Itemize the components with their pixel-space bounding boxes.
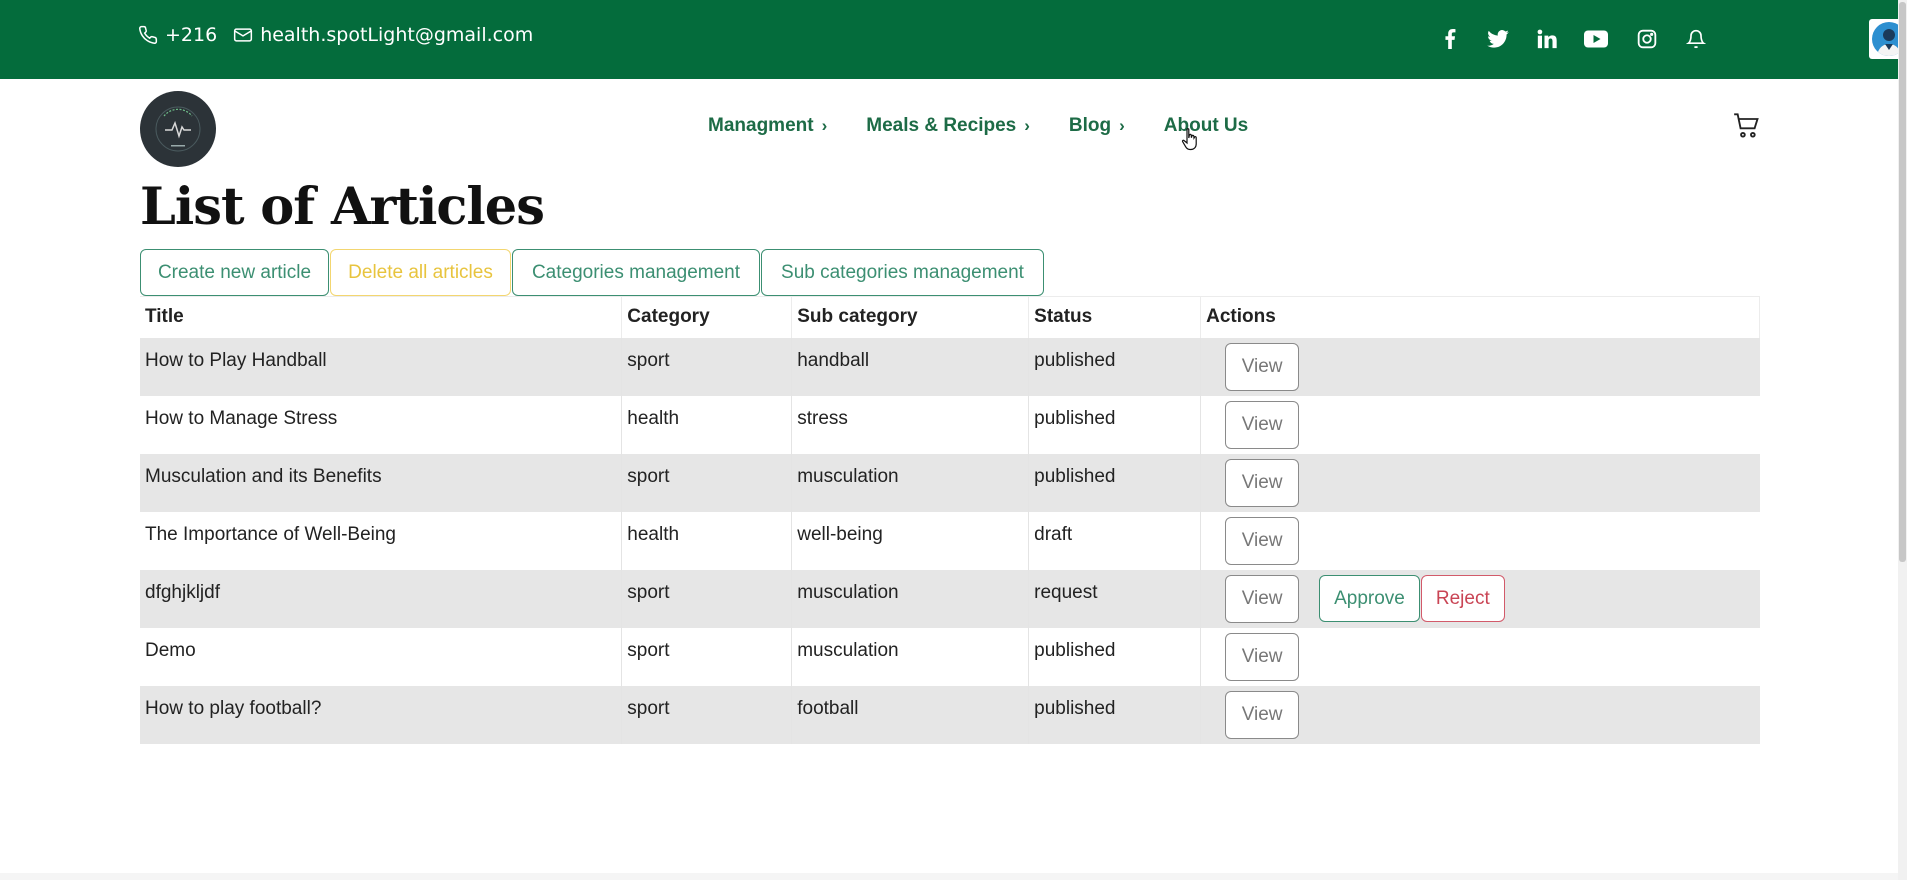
cell-actions: View — [1200, 337, 1760, 396]
cell-subcategory: musculation — [791, 627, 1030, 686]
delete-all-articles-button[interactable]: Delete all articles — [330, 249, 511, 296]
column-header-subcategory: Sub category — [791, 296, 1030, 338]
nav-item-managment[interactable]: Managment › — [708, 115, 827, 137]
cell-category: sport — [621, 337, 793, 396]
table-row: dfghjkljdf sport musculation request Vie… — [140, 569, 1760, 628]
cell-subcategory: stress — [791, 395, 1030, 454]
contact-info: +216 health.spotLight@gmail.com — [138, 24, 549, 46]
view-button[interactable]: View — [1225, 342, 1300, 391]
cell-status: published — [1028, 337, 1202, 396]
table-row: How to Manage Stress health stress publi… — [140, 395, 1760, 454]
mail-icon — [234, 28, 253, 42]
view-button[interactable]: View — [1225, 632, 1300, 681]
cell-actions: View — [1200, 453, 1760, 512]
articles-table: Title Category Sub category Status Actio… — [140, 296, 1760, 744]
cart-icon[interactable] — [1733, 113, 1761, 143]
cell-title: The Importance of Well-Being — [140, 511, 623, 570]
cell-status: published — [1028, 627, 1202, 686]
phone-contact[interactable]: +216 — [138, 24, 217, 46]
cell-actions: View — [1200, 395, 1760, 454]
instagram-icon[interactable] — [1635, 27, 1659, 51]
nav-item-label: Managment — [708, 115, 814, 136]
view-button[interactable]: View — [1225, 458, 1300, 507]
email-address: health.spotLight@gmail.com — [260, 24, 534, 46]
table-row: The Importance of Well-Being health well… — [140, 511, 1760, 570]
create-article-button[interactable]: Create new article — [140, 249, 329, 296]
linkedin-icon[interactable] — [1535, 27, 1559, 51]
phone-number: +216 — [165, 24, 218, 46]
cell-category: sport — [621, 569, 793, 628]
logo-pulse-icon — [155, 106, 201, 152]
cell-category: sport — [621, 627, 793, 686]
reject-button[interactable]: Reject — [1420, 575, 1505, 622]
cell-subcategory: musculation — [791, 453, 1030, 512]
subcategories-management-button[interactable]: Sub categories management — [761, 249, 1044, 296]
cell-title: How to play football? — [140, 685, 623, 744]
cell-title: Demo — [140, 627, 623, 686]
cell-status: request — [1028, 569, 1202, 628]
top-bar: +216 health.spotLight@gmail.com — [0, 0, 1907, 79]
phone-icon — [139, 25, 158, 44]
table-header-row: Title Category Sub category Status Actio… — [140, 296, 1760, 338]
article-actions-toolbar: Create new article Delete all articles C… — [140, 249, 1044, 296]
cell-subcategory: handball — [791, 337, 1030, 396]
cell-category: health — [621, 511, 793, 570]
column-header-category: Category — [621, 296, 793, 338]
approve-button[interactable]: Approve — [1319, 575, 1420, 622]
nav-item-blog[interactable]: Blog › — [1069, 115, 1125, 137]
cell-subcategory: musculation — [791, 569, 1030, 628]
table-row: Demo sport musculation published View — [140, 627, 1760, 686]
nav-item-label: Meals & Recipes — [866, 115, 1017, 136]
nav-item-meals-recipes[interactable]: Meals & Recipes › — [866, 115, 1030, 137]
page-bottom-edge — [0, 873, 1898, 880]
pointer-cursor-icon — [1181, 127, 1201, 155]
cell-actions: View — [1200, 511, 1760, 570]
youtube-icon[interactable] — [1584, 27, 1608, 51]
chevron-right-icon: › — [1024, 116, 1030, 135]
cell-category: sport — [621, 685, 793, 744]
cell-category: sport — [621, 453, 793, 512]
cell-title: How to Play Handball — [140, 337, 623, 396]
cell-subcategory: well-being — [791, 511, 1030, 570]
page-title: List of Articles — [140, 177, 545, 237]
cell-actions: View — [1200, 685, 1760, 744]
bell-icon[interactable] — [1684, 27, 1708, 51]
scrollbar[interactable] — [1898, 0, 1907, 880]
twitter-icon[interactable] — [1486, 27, 1510, 51]
table-row: How to Play Handball sport handball publ… — [140, 337, 1760, 396]
email-contact[interactable]: health.spotLight@gmail.com — [233, 24, 533, 46]
facebook-icon[interactable] — [1438, 27, 1462, 51]
view-button[interactable]: View — [1225, 400, 1300, 449]
column-header-title: Title — [140, 296, 623, 338]
cell-status: published — [1028, 685, 1202, 744]
chevron-right-icon: › — [821, 116, 828, 135]
cell-actions: View — [1200, 627, 1760, 686]
cell-status: published — [1028, 395, 1202, 454]
column-header-actions: Actions — [1200, 296, 1760, 338]
categories-management-button[interactable]: Categories management — [512, 249, 760, 296]
cell-category: health — [621, 395, 793, 454]
scrollbar-thumb[interactable] — [1899, 2, 1906, 562]
site-logo[interactable] — [140, 91, 216, 167]
cell-title: Musculation and its Benefits — [140, 453, 623, 512]
view-button[interactable]: View — [1225, 574, 1300, 623]
cell-actions: View Approve Reject — [1200, 569, 1760, 628]
nav-item-about-us[interactable]: About Us — [1164, 115, 1248, 137]
cell-subcategory: football — [791, 685, 1030, 744]
column-header-status: Status — [1028, 296, 1202, 338]
nav-item-label: About Us — [1163, 115, 1249, 136]
cell-status: draft — [1028, 511, 1202, 570]
view-button[interactable]: View — [1225, 690, 1300, 739]
nav-item-label: Blog — [1068, 115, 1112, 136]
chevron-right-icon: › — [1119, 116, 1125, 135]
cell-status: published — [1028, 453, 1202, 512]
cell-title: How to Manage Stress — [140, 395, 623, 454]
view-button[interactable]: View — [1225, 516, 1300, 565]
table-row: Musculation and its Benefits sport muscu… — [140, 453, 1760, 512]
social-links — [1398, 16, 1907, 62]
table-row: How to play football? sport football pub… — [140, 685, 1760, 744]
cell-title: dfghjkljdf — [140, 569, 623, 628]
